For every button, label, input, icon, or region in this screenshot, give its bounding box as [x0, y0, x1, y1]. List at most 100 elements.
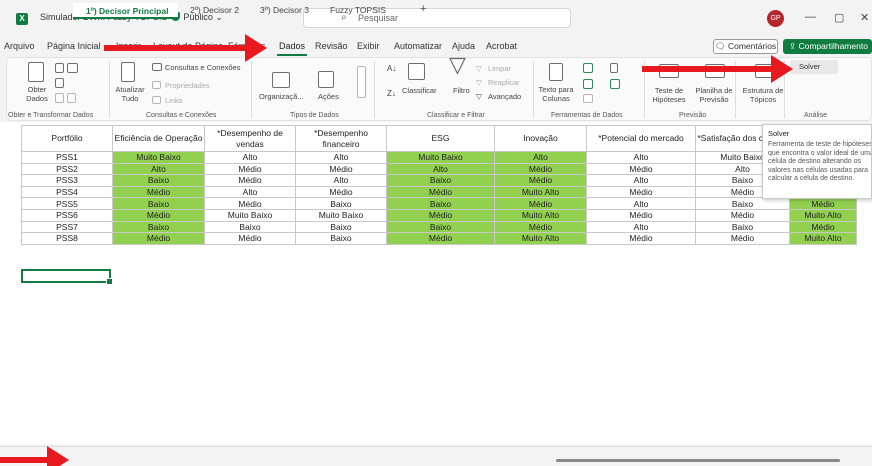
- table-cell[interactable]: Muito Baixo: [386, 151, 495, 164]
- menu-pagina-inicial[interactable]: Página Inicial: [47, 41, 101, 51]
- table-cell[interactable]: Alto: [204, 151, 296, 164]
- table-cell[interactable]: Muito Baixo: [204, 208, 296, 222]
- table-cell[interactable]: Médio: [494, 174, 587, 187]
- data-validation-icon[interactable]: [583, 94, 593, 103]
- limpar-button[interactable]: Limpar: [488, 64, 511, 73]
- table-cell[interactable]: Muito Alto: [494, 232, 587, 245]
- table-cell[interactable]: Baixo: [295, 220, 387, 234]
- header-cell[interactable]: *Desempenho de vendas: [204, 125, 296, 152]
- table-cell[interactable]: Baixo: [112, 197, 205, 210]
- table-cell[interactable]: Médio: [586, 162, 696, 176]
- avancado-button[interactable]: Avançado: [488, 92, 521, 101]
- table-cell[interactable]: Médio: [112, 208, 205, 222]
- restore-button[interactable]: ▢: [834, 11, 844, 24]
- atualizar-tudo-button[interactable]: Atualizar Tudo: [115, 85, 145, 103]
- menu-exibir[interactable]: Exibir: [357, 41, 380, 51]
- row-label-cell[interactable]: PSS6: [21, 208, 113, 222]
- table-cell[interactable]: Médio: [295, 162, 387, 176]
- sheet-tab-fuzzy-topsis[interactable]: Fuzzy TOPSIS: [330, 5, 386, 15]
- table-cell[interactable]: Baixo: [386, 197, 495, 210]
- table-cell[interactable]: Médio: [112, 232, 205, 245]
- table-cell[interactable]: Médio: [494, 220, 587, 234]
- table-cell[interactable]: Alto: [586, 220, 696, 234]
- table-cell[interactable]: Médio: [586, 185, 696, 199]
- header-cell[interactable]: *Desempenho financeiro: [295, 125, 387, 152]
- worksheet-area[interactable]: Portfólio Eficiência de Operação *Desempen…: [0, 122, 872, 444]
- sheet-tab-decisor-2[interactable]: 2º) Decisor 2: [190, 5, 239, 15]
- table-cell[interactable]: Alto: [586, 151, 696, 164]
- consolidate-icon[interactable]: [610, 63, 618, 73]
- table-cell[interactable]: Médio: [204, 197, 296, 210]
- flash-fill-icon[interactable]: [583, 63, 593, 73]
- planilha-previsao-button[interactable]: Planilha de Previsão: [692, 86, 736, 104]
- table-cell[interactable]: Baixo: [386, 174, 495, 187]
- table-cell[interactable]: Muito Alto: [789, 208, 857, 222]
- table-cell[interactable]: Muito Alto: [494, 208, 587, 222]
- menu-revisao[interactable]: Revisão: [315, 41, 348, 51]
- table-cell[interactable]: Médio: [586, 208, 696, 222]
- sort-za-icon[interactable]: Z↓: [387, 89, 396, 98]
- table-cell[interactable]: Muito Baixo: [112, 151, 205, 164]
- table-cell[interactable]: Médio: [789, 197, 857, 210]
- menu-automatizar[interactable]: Automatizar: [394, 41, 442, 51]
- menu-dados[interactable]: Dados: [279, 41, 305, 51]
- table-cell[interactable]: Médio: [204, 162, 296, 176]
- table-cell[interactable]: Alto: [204, 185, 296, 199]
- header-cell[interactable]: ESG: [386, 125, 495, 152]
- table-cell[interactable]: Médio: [295, 185, 387, 199]
- obter-dados-button[interactable]: Obter Dados: [22, 85, 52, 103]
- table-cell[interactable]: Alto: [112, 162, 205, 176]
- table-cell[interactable]: Médio: [494, 197, 587, 210]
- row-label-cell[interactable]: PSS7: [21, 220, 113, 234]
- acoes-button[interactable]: Ações: [318, 92, 339, 101]
- sort-az-icon[interactable]: A↓: [387, 64, 396, 73]
- minimize-button[interactable]: —: [805, 11, 816, 23]
- texto-para-colunas-button[interactable]: Texto para Colunas: [538, 85, 574, 103]
- row-label-cell[interactable]: PSS2: [21, 162, 113, 176]
- table-cell[interactable]: Alto: [586, 174, 696, 187]
- table-cell[interactable]: Médio: [789, 220, 857, 234]
- close-button[interactable]: ✕: [860, 11, 869, 24]
- table-cell[interactable]: Baixo: [695, 197, 790, 210]
- comments-button[interactable]: 🗨 Comentários: [713, 39, 778, 54]
- horizontal-scrollbar[interactable]: [556, 459, 840, 462]
- table-cell[interactable]: Médio: [112, 185, 205, 199]
- header-cell[interactable]: *Potencial do mercado: [586, 125, 696, 152]
- sheet-tab-decisor-3[interactable]: 3º) Decisor 3: [260, 5, 309, 15]
- table-cell[interactable]: Baixo: [204, 220, 296, 234]
- header-cell[interactable]: Eficiência de Operação: [112, 125, 205, 152]
- organizacao-button[interactable]: Organizaçã...: [259, 92, 304, 101]
- header-cell[interactable]: Inovação: [494, 125, 587, 152]
- table-cell[interactable]: Baixo: [386, 220, 495, 234]
- table-cell[interactable]: Médio: [586, 232, 696, 245]
- data-types-gallery-scroll[interactable]: [357, 66, 366, 98]
- consultas-conexoes-button[interactable]: Consultas e Conexões: [165, 63, 240, 72]
- table-cell[interactable]: Alto: [386, 162, 495, 176]
- remove-duplicates-icon[interactable]: [583, 79, 593, 89]
- table-cell[interactable]: Médio: [386, 208, 495, 222]
- table-cell[interactable]: Médio: [204, 232, 296, 245]
- table-cell[interactable]: Alto: [494, 151, 587, 164]
- table-cell[interactable]: Alto: [295, 151, 387, 164]
- table-cell[interactable]: Alto: [295, 174, 387, 187]
- selected-cell[interactable]: [21, 269, 113, 285]
- row-label-cell[interactable]: PSS4: [21, 185, 113, 199]
- table-cell[interactable]: Baixo: [295, 232, 387, 245]
- relationships-icon[interactable]: [610, 79, 620, 89]
- links-button[interactable]: Links: [165, 96, 183, 105]
- recent-sources-icon[interactable]: [55, 93, 64, 103]
- row-label-cell[interactable]: PSS3: [21, 174, 113, 187]
- row-label-cell[interactable]: PSS5: [21, 197, 113, 210]
- table-cell[interactable]: Muito Baixo: [295, 208, 387, 222]
- existing-connections-icon[interactable]: [67, 93, 76, 103]
- classificar-button[interactable]: Classificar: [402, 86, 437, 95]
- excel-app-icon[interactable]: X: [16, 13, 28, 25]
- avatar[interactable]: GP: [767, 10, 784, 27]
- table-cell[interactable]: Médio: [386, 232, 495, 245]
- menu-acrobat[interactable]: Acrobat: [486, 41, 517, 51]
- table-cell[interactable]: Baixo: [112, 174, 205, 187]
- filtro-button[interactable]: Filtro: [453, 86, 470, 95]
- menu-ajuda[interactable]: Ajuda: [452, 41, 475, 51]
- table-cell[interactable]: Médio: [204, 174, 296, 187]
- solver-button[interactable]: Solver: [790, 60, 838, 74]
